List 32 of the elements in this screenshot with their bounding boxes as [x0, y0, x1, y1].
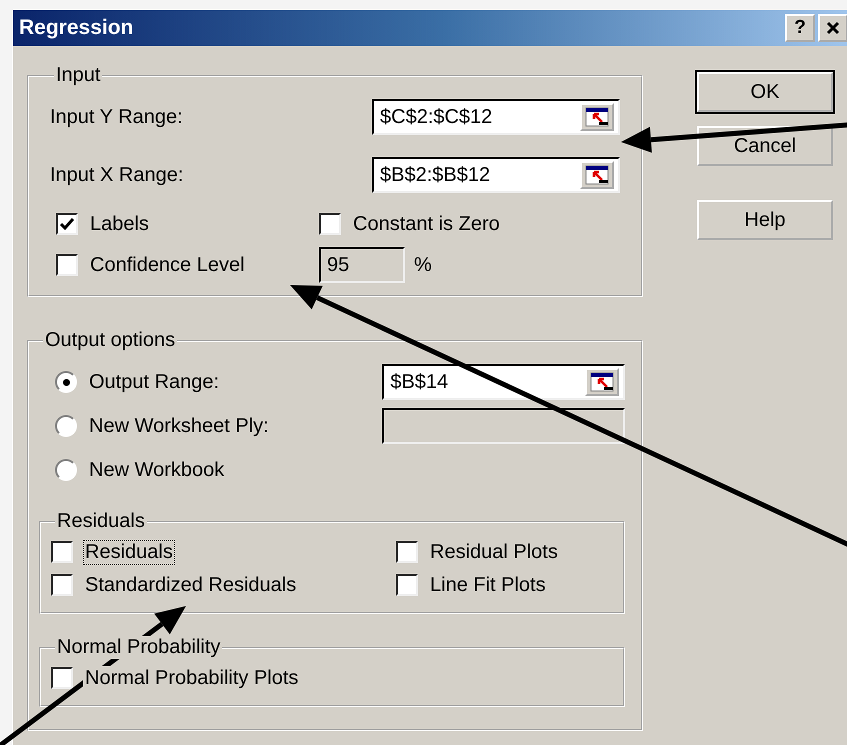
range-picker-icon	[585, 165, 609, 185]
close-button[interactable]	[818, 14, 847, 42]
close-icon	[826, 21, 840, 35]
checkbox[interactable]	[51, 574, 73, 596]
dialog-button[interactable]: Help	[697, 200, 833, 240]
collapse-dialog-button[interactable]	[580, 161, 614, 189]
field-label: Input X Range:	[50, 164, 184, 186]
field-label: Input Y Range:	[50, 106, 184, 128]
checkbox-label[interactable]: Normal Probability Plots	[83, 666, 300, 690]
help-button[interactable]: ?	[785, 14, 815, 42]
radio-button[interactable]	[55, 371, 77, 393]
group-title: Output options	[43, 329, 178, 352]
radio-button[interactable]	[55, 415, 77, 437]
checkbox-label[interactable]: Residuals	[83, 540, 175, 564]
collapse-dialog-button[interactable]	[580, 103, 614, 131]
radio-button[interactable]	[55, 459, 77, 481]
collapse-dialog-button[interactable]	[585, 368, 619, 396]
checkbox[interactable]	[51, 541, 73, 563]
range-field[interactable]: $B$2:$B$12	[372, 157, 620, 193]
checkbox[interactable]	[319, 213, 341, 235]
checkbox[interactable]	[396, 574, 418, 596]
checkbox[interactable]	[51, 667, 73, 689]
unit-label: %	[414, 254, 432, 276]
range-picker-icon	[590, 372, 614, 392]
range-field[interactable]: $B$14	[382, 364, 625, 400]
checkmark-icon	[60, 218, 74, 230]
range-picker-icon	[585, 107, 609, 127]
range-field[interactable]: $C$2:$C$12	[372, 99, 620, 135]
window-title: Regression	[19, 16, 134, 40]
checkbox[interactable]	[396, 541, 418, 563]
checkbox[interactable]	[56, 213, 78, 235]
dialog-button[interactable]: OK	[697, 72, 833, 112]
